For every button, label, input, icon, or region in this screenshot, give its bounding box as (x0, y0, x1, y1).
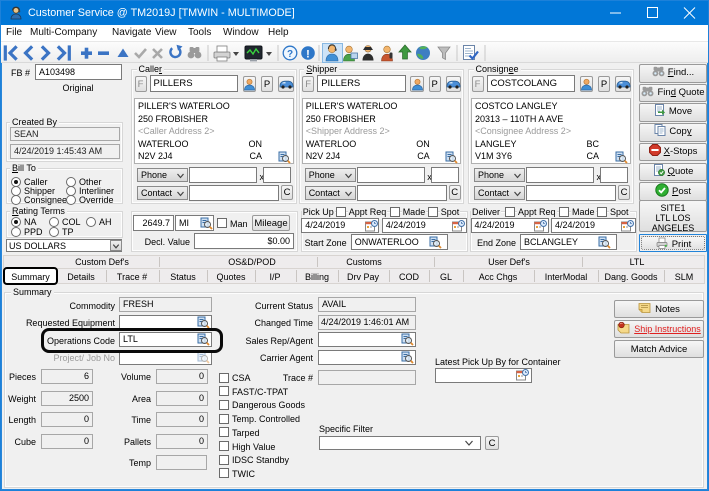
svg-text:?: ? (287, 49, 293, 60)
svg-text:!: ! (306, 48, 310, 60)
